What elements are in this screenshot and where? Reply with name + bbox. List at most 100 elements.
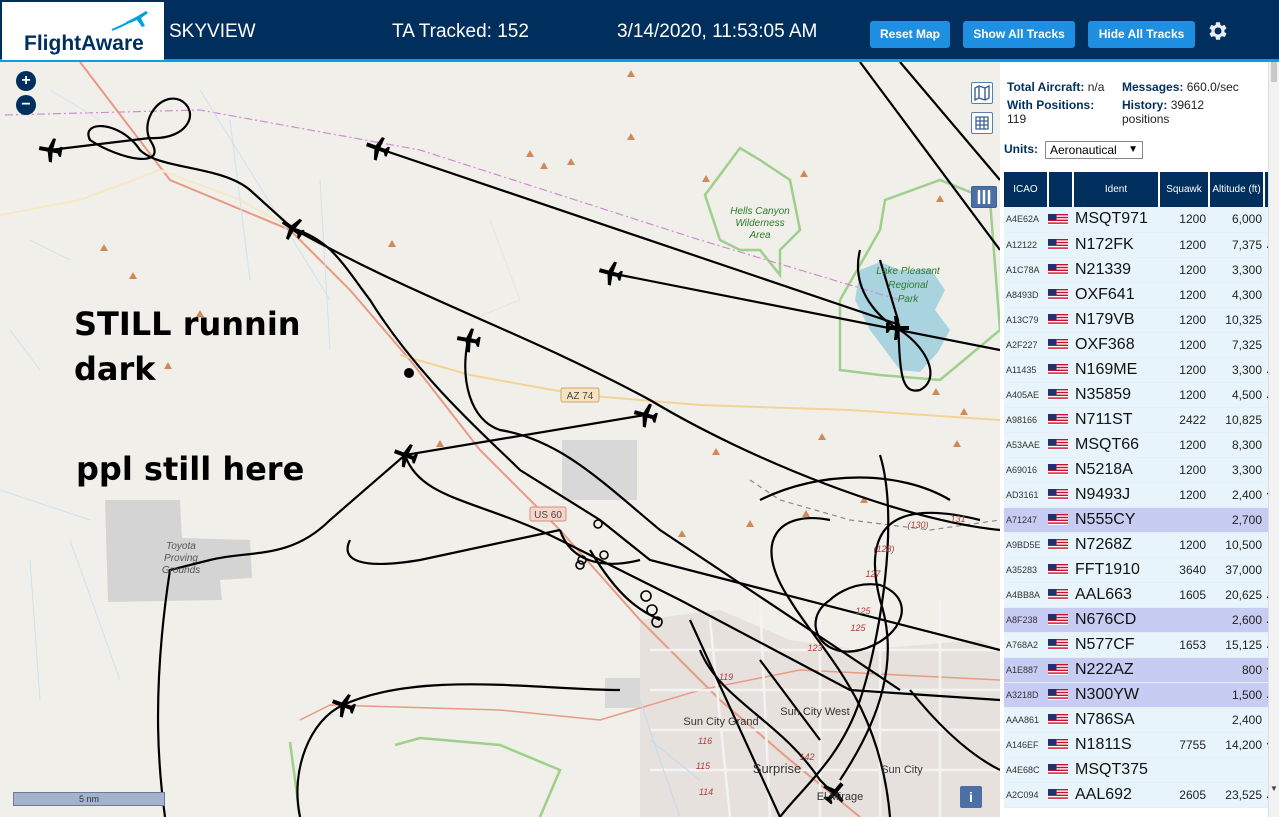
row-ident: N786SA [1073, 707, 1159, 733]
row-squawk [1159, 507, 1209, 533]
scroll-down-arrow-icon[interactable]: ▼ [1270, 784, 1278, 793]
table-row[interactable]: A768A2N577CF165315,125▲ [1004, 632, 1275, 658]
col-squawk[interactable]: Squawk [1159, 172, 1210, 207]
row-squawk: 7755 [1159, 732, 1209, 758]
us-flag-icon [1048, 307, 1073, 333]
aircraft-table-wrap[interactable]: ICAO Ident Squawk Altitude (ft) A4E62A MS… [1004, 172, 1275, 817]
grid-button[interactable] [971, 112, 993, 134]
svg-text:115: 115 [696, 761, 711, 771]
table-row[interactable]: A2C094AAL692260523,525▲ [1004, 782, 1275, 808]
table-row[interactable]: A12122N172FK12007,375▲ [1004, 232, 1275, 258]
table-row[interactable]: A9BD5E N7268Z 1200 10,500 [1004, 532, 1275, 558]
table-row[interactable]: A35283 FFT1910 3640 37,000 [1004, 557, 1275, 583]
map-layers-button[interactable] [971, 82, 993, 104]
messages-label: Messages: [1122, 80, 1184, 94]
units-select[interactable]: Aeronautical ▼ [1045, 141, 1143, 159]
col-altitude[interactable]: Altitude (ft) [1209, 172, 1265, 207]
reset-map-button[interactable]: Reset Map [870, 21, 950, 48]
row-altitude: 37,000 [1209, 557, 1264, 583]
table-row[interactable]: A4E62A MSQT971 1200 6,000 [1004, 207, 1275, 233]
history-stat: History: 39612 positions [1122, 98, 1204, 126]
row-squawk: 1200 [1159, 482, 1209, 508]
az74-shield: AZ 74 [560, 387, 600, 403]
messages-stat: Messages: 660.0/sec [1122, 80, 1239, 94]
us-flag-icon [1048, 357, 1073, 383]
panel-scrollbar[interactable]: ▼ [1268, 62, 1279, 817]
us-flag-icon [1048, 532, 1073, 558]
row-ident: N7268Z [1073, 532, 1159, 558]
row-squawk: 1200 [1159, 232, 1209, 258]
table-row[interactable]: AAA861 N786SA 2,400 [1004, 707, 1275, 733]
table-row[interactable]: A4E68C MSQT375 [1004, 757, 1275, 783]
row-icao: AAA861 [1004, 707, 1048, 733]
row-altitude: 4,300 [1209, 282, 1264, 308]
flightaware-logo[interactable]: FlightAware [2, 2, 164, 60]
row-icao: AD3161 [1004, 482, 1048, 508]
row-squawk: 2422 [1159, 407, 1209, 433]
row-ident: N5218A [1073, 457, 1159, 483]
table-row[interactable]: A146EFN1811S775514,200▼ [1004, 732, 1275, 758]
row-altitude: 1,500 [1209, 682, 1264, 708]
table-row[interactable]: A13C79 N179VB 1200 10,325 [1004, 307, 1275, 333]
us-flag-icon [1048, 757, 1073, 783]
map-view[interactable]: Hells Canyon Wilderness Area Lake Pleasa… [0, 62, 1000, 817]
col-ident[interactable]: Ident [1073, 172, 1160, 207]
table-row[interactable]: A8F238N676CD2,600▲ [1004, 607, 1275, 633]
tracked-count: TA Tracked: 152 [392, 21, 529, 42]
table-row[interactable]: A1E887N222AZ800▼ [1004, 657, 1275, 683]
table-row[interactable]: AD3161N9493J12002,400▼ [1004, 482, 1275, 508]
row-ident: MSQT66 [1073, 432, 1159, 458]
svg-text:127: 127 [865, 569, 881, 579]
table-row[interactable]: A98166 N711ST 2422 10,825 [1004, 407, 1275, 433]
table-row[interactable]: A11435N169ME12003,300▲ [1004, 357, 1275, 383]
row-altitude: 7,325 [1209, 332, 1264, 358]
us60-label: US 60 [534, 510, 562, 521]
table-row[interactable]: A1C78A N21339 1200 3,300 [1004, 257, 1275, 283]
row-ident: N577CF [1073, 632, 1159, 658]
show-all-tracks-button[interactable]: Show All Tracks [963, 21, 1075, 48]
row-ident: N676CD [1073, 607, 1159, 633]
table-row[interactable]: A4BB8AAAL663160520,625▲ [1004, 582, 1275, 608]
row-altitude: 10,500 [1209, 532, 1264, 558]
zoom-in-button[interactable]: + [16, 71, 36, 91]
row-altitude: 3,300 [1209, 457, 1264, 483]
position-dot[interactable] [404, 368, 414, 378]
table-row[interactable]: A3218DN300YW1,500▲ [1004, 682, 1275, 708]
row-altitude [1209, 757, 1264, 783]
col-icao[interactable]: ICAO [1004, 172, 1049, 207]
messages-value: 660.0/sec [1186, 80, 1239, 94]
scale-bar: 5 nm [13, 792, 165, 806]
table-row[interactable]: A8493D OXF641 1200 4,300 [1004, 282, 1275, 308]
col-flag[interactable] [1048, 172, 1074, 207]
gear-icon[interactable] [1205, 19, 1229, 43]
table-row[interactable]: A71247 N555CY 2,700 [1004, 507, 1275, 533]
annotation-line-1: STILL runnin [74, 305, 301, 343]
row-ident: N21339 [1073, 257, 1159, 283]
row-squawk: 1200 [1159, 457, 1209, 483]
row-squawk: 1200 [1159, 307, 1209, 333]
table-row[interactable]: A69016 N5218A 1200 3,300 [1004, 457, 1275, 483]
table-row[interactable]: A53AAE MSQT66 1200 8,300 [1004, 432, 1275, 458]
table-row[interactable]: A2F227 OXF368 1200 7,325 [1004, 332, 1275, 358]
row-icao: A146EF [1004, 732, 1048, 758]
history-value: 39612 [1170, 98, 1205, 112]
lake-pleasant-label-2: Regional [888, 280, 928, 291]
columns-toggle-button[interactable] [971, 186, 997, 208]
map-canvas[interactable]: Hells Canyon Wilderness Area Lake Pleasa… [0, 62, 1000, 817]
info-button[interactable]: i [960, 786, 982, 808]
row-altitude: 8,300 [1209, 432, 1264, 458]
table-row[interactable]: A405AEN3585912004,500▲ [1004, 382, 1275, 408]
row-squawk: 1200 [1159, 257, 1209, 283]
sun-city-label: Sun City [881, 764, 923, 776]
surprise-label: Surprise [753, 761, 801, 776]
us-flag-icon [1048, 257, 1073, 283]
zoom-out-button[interactable]: − [16, 95, 36, 115]
row-icao: A8F238 [1004, 607, 1048, 633]
scrollbar-thumb[interactable] [1271, 62, 1277, 82]
hide-all-tracks-button[interactable]: Hide All Tracks [1088, 21, 1195, 48]
row-squawk: 1653 [1159, 632, 1209, 658]
toyota-label-3: Grounds [162, 565, 200, 576]
grid-icon [975, 116, 989, 130]
chevron-down-icon: ▼ [1128, 144, 1138, 155]
row-icao: A405AE [1004, 382, 1048, 408]
